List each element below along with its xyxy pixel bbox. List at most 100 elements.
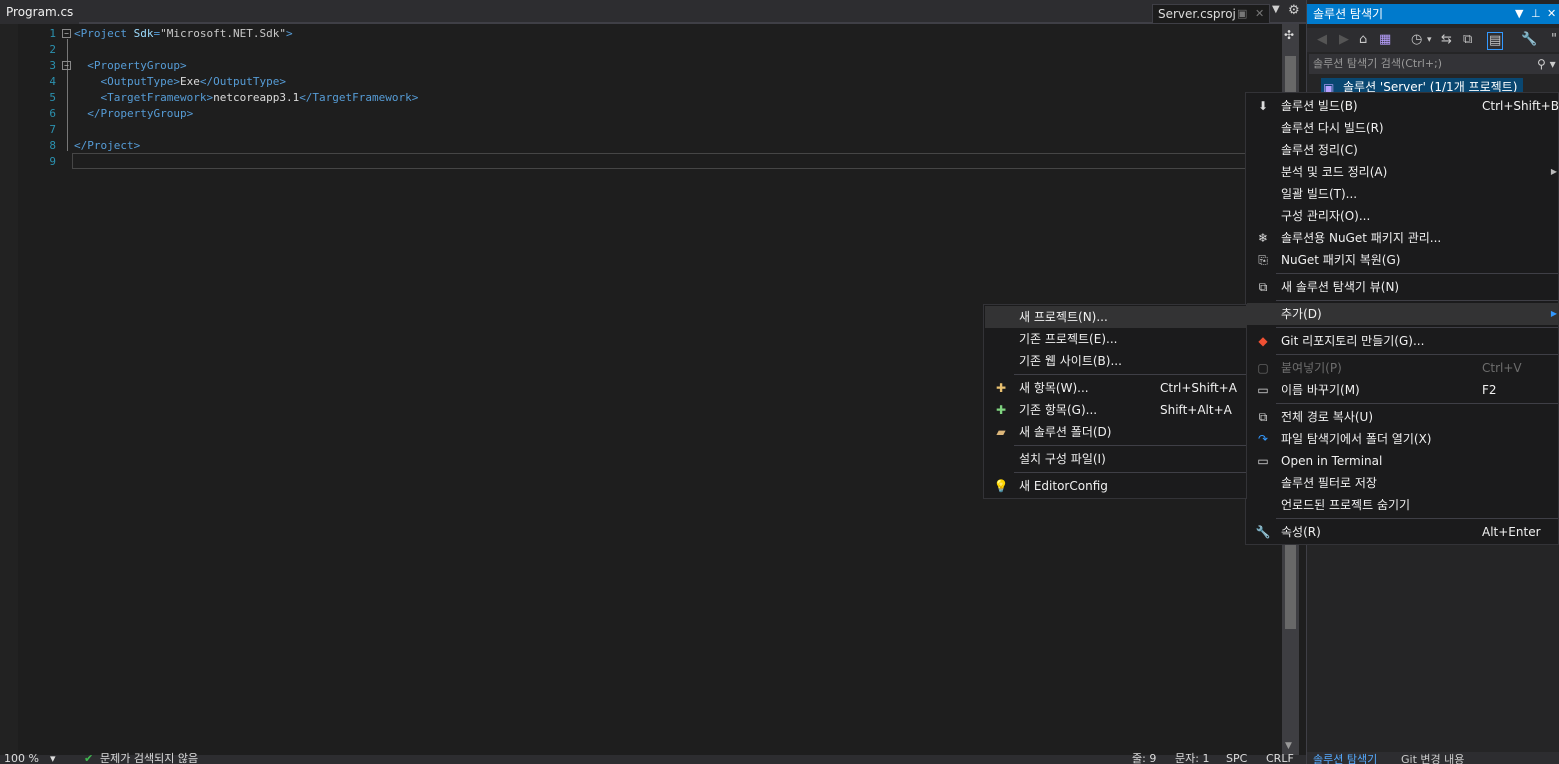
- terminal-icon: ▭: [1257, 454, 1269, 468]
- whitespace-indicator[interactable]: SPC: [1226, 753, 1247, 764]
- collapse-icon[interactable]: −: [62, 29, 71, 38]
- menu-item-clean-solution[interactable]: 솔루션 정리(C): [1247, 139, 1559, 161]
- tab-server-csproj[interactable]: Server.csproj ▣ ✕: [1152, 4, 1270, 24]
- tab-list-dropdown-icon[interactable]: ▼: [1272, 4, 1280, 15]
- editorconfig-icon: 💡: [993, 479, 1009, 493]
- code-line: <TargetFramework>netcoreapp3.1</TargetFr…: [100, 91, 419, 104]
- menu-item-new-project[interactable]: 새 프로젝트(N)...: [985, 306, 1247, 328]
- line-ending-indicator[interactable]: CRLF: [1266, 753, 1294, 764]
- check-icon: ✔: [84, 752, 94, 764]
- code-line: <OutputType>Exe</OutputType>: [100, 75, 286, 88]
- line-number: 8: [49, 139, 56, 152]
- new-folder-icon: ▰: [996, 425, 1006, 439]
- menu-item-copy-full-path[interactable]: ⧉ 전체 경로 복사(U): [1247, 406, 1559, 428]
- history-icon[interactable]: ◷: [1411, 32, 1422, 48]
- tab-solution-explorer[interactable]: 솔루션 탐색기: [1313, 751, 1377, 764]
- menu-separator: [1276, 403, 1558, 404]
- menu-separator: [1276, 300, 1558, 301]
- menu-item-existing-website[interactable]: 기존 웹 사이트(B)...: [985, 350, 1247, 372]
- collapse-icon[interactable]: −: [62, 61, 71, 70]
- paste-icon: ▢: [1257, 361, 1269, 375]
- line-number: 3: [49, 59, 56, 72]
- menu-item-rebuild-solution[interactable]: 솔루션 다시 빌드(R): [1247, 117, 1559, 139]
- solution-explorer-search-input[interactable]: 솔루션 탐색기 검색(Ctrl+;) ⚲ ▾: [1309, 54, 1559, 74]
- menu-item-analyze-cleanup[interactable]: 분석 및 코드 정리(A) ▶: [1247, 161, 1559, 183]
- menu-separator: [1276, 273, 1558, 274]
- menu-item-open-terminal[interactable]: ▭ Open in Terminal: [1247, 450, 1559, 472]
- current-line-highlight: [72, 153, 1247, 169]
- history-dropdown-icon[interactable]: ▾: [1427, 32, 1432, 48]
- menu-item-new-solution-folder[interactable]: ▰ 새 솔루션 폴더(D): [985, 421, 1247, 443]
- menu-item-new-item[interactable]: ✚ 새 항목(W)... Ctrl+Shift+A: [985, 377, 1247, 399]
- forward-icon[interactable]: ▶: [1339, 32, 1349, 48]
- line-number-gutter: 1 2 3 4 5 6 7 8 9: [18, 26, 56, 170]
- restore-icon: ⎘: [1258, 253, 1268, 267]
- tab-git-changes[interactable]: Git 변경 내용: [1401, 751, 1464, 764]
- window-position-dropdown-icon[interactable]: ▼: [1515, 4, 1523, 24]
- new-view-icon: ⧉: [1258, 280, 1268, 294]
- line-number: 5: [49, 91, 56, 104]
- zoom-dropdown-icon[interactable]: ▾: [50, 753, 56, 764]
- switch-views-icon[interactable]: ▦: [1379, 32, 1391, 48]
- show-all-files-icon[interactable]: ▤: [1487, 32, 1504, 50]
- back-icon[interactable]: ◀: [1317, 32, 1327, 48]
- menu-separator: [1276, 354, 1558, 355]
- new-item-icon: ✚: [995, 381, 1007, 395]
- editor-margin: [0, 24, 18, 755]
- code-line: </PropertyGroup>: [87, 107, 194, 120]
- menu-item-create-git-repo[interactable]: ◆ Git 리포지토리 만들기(G)...: [1247, 330, 1559, 352]
- menu-item-save-as-filter[interactable]: 솔루션 필터로 저장: [1247, 472, 1559, 494]
- menu-item-rename[interactable]: ▭ 이름 바꾸기(M) F2: [1247, 379, 1559, 401]
- menu-item-setup-config[interactable]: 설치 구성 파일(I): [985, 448, 1247, 470]
- issues-status[interactable]: 문제가 검색되지 않음: [100, 753, 198, 764]
- overflow-icon[interactable]: ": [1551, 32, 1557, 48]
- wrench-icon: 🔧: [1255, 525, 1271, 539]
- menu-item-new-editorconfig[interactable]: 💡 새 EditorConfig: [985, 475, 1247, 497]
- editor-status-bar: 100 % ▾ ✔ 문제가 검색되지 않음 줄: 9 문자: 1 SPC CRL…: [0, 752, 1306, 764]
- code-line: </Project>: [74, 139, 141, 152]
- copy-icon: ⧉: [1258, 410, 1268, 424]
- line-number: 4: [49, 75, 56, 88]
- menu-item-hide-unloaded[interactable]: 언로드된 프로젝트 숨기기: [1247, 494, 1559, 516]
- line-number: 1: [49, 27, 56, 40]
- document-tab-strip: Program.cs Server.csproj ▣ ✕ ▼ ⚙: [0, 0, 1306, 24]
- search-placeholder: 솔루션 탐색기 검색(Ctrl+;): [1313, 57, 1443, 70]
- zoom-level[interactable]: 100 %: [4, 753, 39, 764]
- menu-item-manage-nuget[interactable]: ❄ 솔루션용 NuGet 패키지 관리...: [1247, 227, 1559, 249]
- solution-explorer-titlebar[interactable]: 솔루션 탐색기 ▼ ⊥ ✕: [1307, 4, 1559, 24]
- sync-icon[interactable]: ⇆: [1441, 32, 1452, 48]
- search-icon[interactable]: ⚲ ▾: [1537, 54, 1556, 74]
- solution-context-menu: ⬇ 솔루션 빌드(B) Ctrl+Shift+B 솔루션 다시 빌드(R) 솔루…: [1245, 92, 1559, 545]
- code-text[interactable]: <Project Sdk="Microsoft.NET.Sdk"> <Prope…: [74, 26, 418, 170]
- split-window-icon[interactable]: ✣: [1284, 28, 1294, 42]
- home-icon[interactable]: ⌂: [1359, 32, 1367, 48]
- existing-item-icon: ✚: [995, 403, 1007, 417]
- menu-item-open-folder-explorer[interactable]: ↷ 파일 탐색기에서 폴더 열기(X): [1247, 428, 1559, 450]
- scroll-down-icon[interactable]: ▼: [1285, 741, 1292, 751]
- solution-explorer-toolbar: ◀ ▶ ⌂ ▦ ◷ ▾ ⇆ ⧉ ▤ 🔧 ": [1307, 28, 1559, 52]
- gear-icon[interactable]: ⚙: [1288, 3, 1300, 18]
- menu-item-configuration-manager[interactable]: 구성 관리자(O)...: [1247, 205, 1559, 227]
- close-icon[interactable]: ✕: [1547, 4, 1556, 24]
- line-number: 2: [49, 43, 56, 56]
- menu-item-batch-build[interactable]: 일괄 빌드(T)...: [1247, 183, 1559, 205]
- pin-icon[interactable]: ▣: [1237, 5, 1247, 23]
- menu-item-build-solution[interactable]: ⬇ 솔루션 빌드(B) Ctrl+Shift+B: [1247, 95, 1559, 117]
- menu-item-add[interactable]: 추가(D) ▶: [1247, 303, 1559, 325]
- menu-item-new-explorer-view[interactable]: ⧉ 새 솔루션 탐색기 뷰(N): [1247, 276, 1559, 298]
- tab-program-cs[interactable]: Program.cs: [0, 0, 80, 24]
- menu-item-existing-project[interactable]: 기존 프로젝트(E)...: [985, 328, 1247, 350]
- menu-item-properties[interactable]: 🔧 속성(R) Alt+Enter: [1247, 521, 1559, 543]
- menu-item-restore-nuget[interactable]: ⎘ NuGet 패키지 복원(G): [1247, 249, 1559, 271]
- panel-bottom-tabs: 솔루션 탐색기 Git 변경 내용: [1307, 752, 1559, 764]
- open-folder-icon: ↷: [1257, 432, 1269, 446]
- rename-icon: ▭: [1257, 383, 1269, 397]
- outline-line: [67, 71, 68, 119]
- pin-icon[interactable]: ⊥: [1531, 4, 1541, 24]
- collapse-all-icon[interactable]: ⧉: [1463, 32, 1472, 48]
- menu-item-existing-item[interactable]: ✚ 기존 항목(G)... Shift+Alt+A: [985, 399, 1247, 421]
- menu-item-paste[interactable]: ▢ 붙여넣기(P) Ctrl+V: [1247, 357, 1559, 379]
- wrench-icon[interactable]: 🔧: [1521, 32, 1537, 48]
- close-icon[interactable]: ✕: [1255, 5, 1264, 23]
